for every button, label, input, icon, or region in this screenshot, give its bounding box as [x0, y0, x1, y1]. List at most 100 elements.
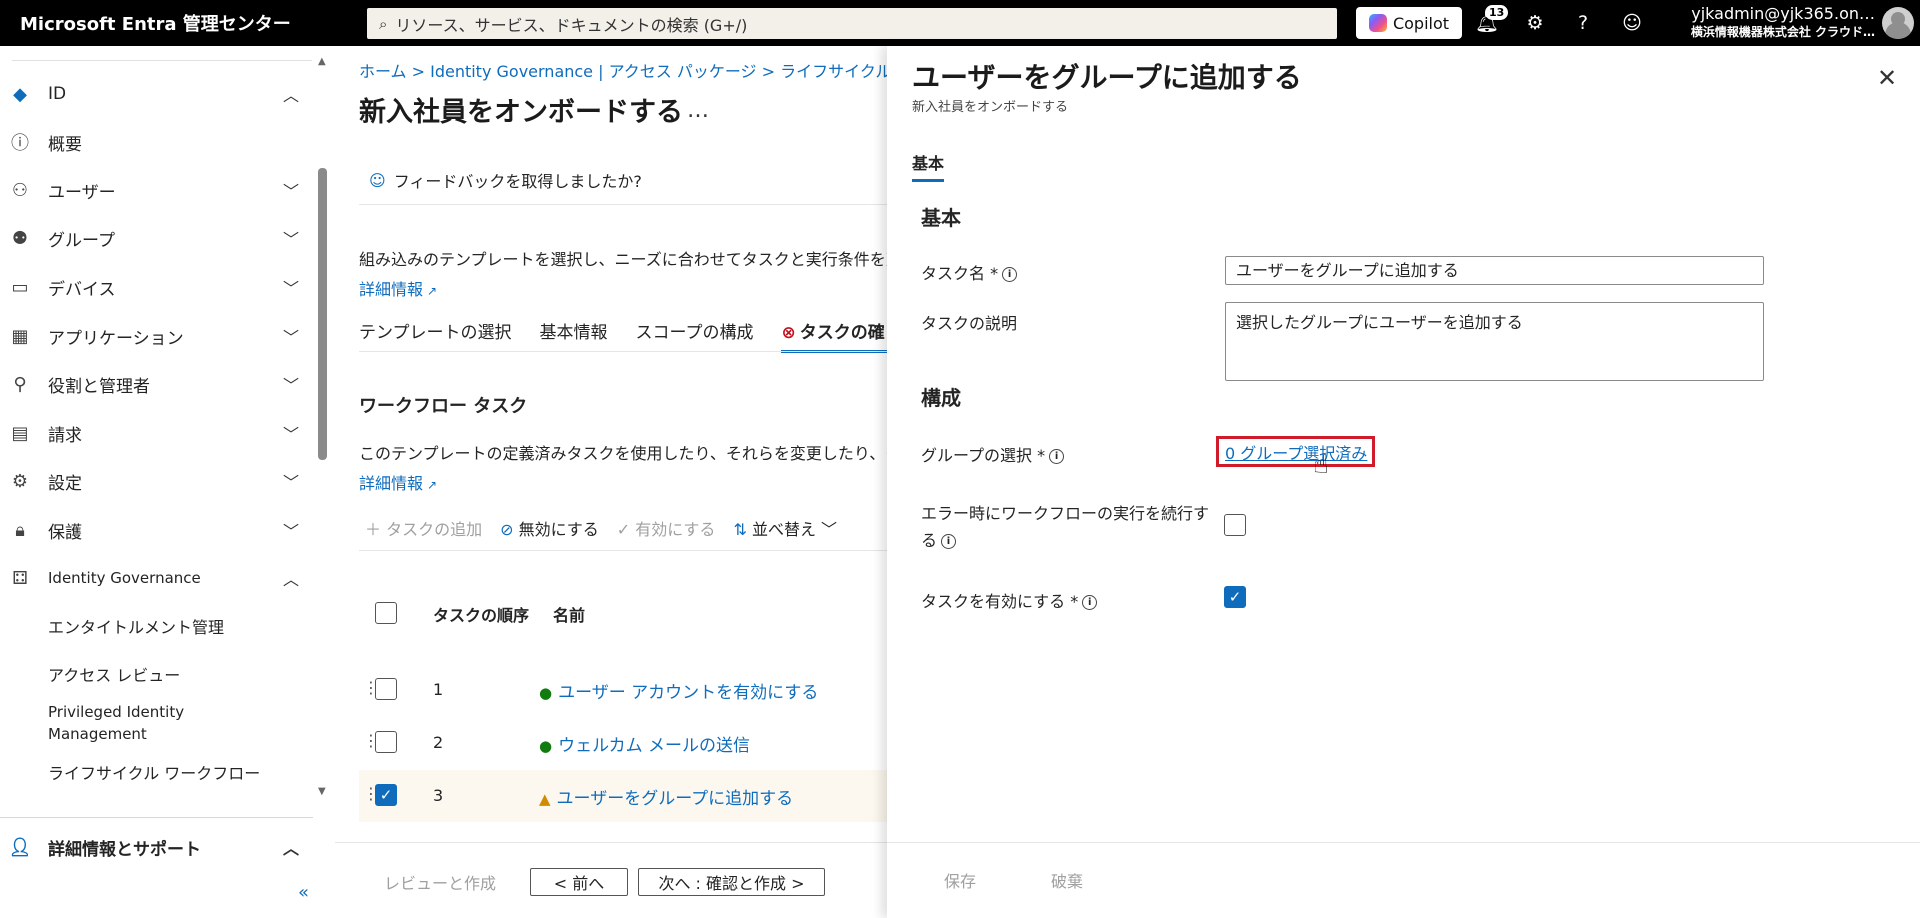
sidebar-item-label: 概要: [48, 134, 82, 155]
learn-more-link[interactable]: 詳細情報: [359, 280, 423, 299]
table-row[interactable]: ⋮ 2 ● ウェルカム メールの送信: [359, 717, 887, 769]
sidebar-item-settings[interactable]: ⚙ 設定 ﹀: [0, 459, 313, 503]
description-text: 組み込みのテンプレートを選択し、ニーズに合わせてタスクと実行条件を変: [359, 250, 902, 269]
feedback-icon[interactable]: ☺: [1620, 11, 1644, 35]
chevron-up-icon: ︿: [282, 570, 299, 589]
scroll-down-icon[interactable]: ▼: [318, 786, 326, 797]
discard-button[interactable]: 破棄: [1051, 868, 1083, 892]
save-button[interactable]: 保存: [944, 868, 976, 892]
task-name-input[interactable]: ユーザーをグループに追加する: [1225, 256, 1764, 285]
task-name-label: ユーザー アカウントを有効にする: [558, 683, 819, 703]
disable-label: 無効にする: [518, 520, 599, 539]
disable-button[interactable]: ⊘ 無効にする: [500, 516, 599, 540]
sidebar-item-groups[interactable]: ⚉ グループ ﹀: [0, 216, 313, 260]
sidebar-item-label: ID: [48, 84, 67, 104]
chevron-up-icon: ︿: [282, 839, 299, 858]
copilot-button[interactable]: Copilot: [1356, 7, 1462, 39]
add-task-button[interactable]: ＋ タスクの追加: [365, 516, 482, 540]
governance-icon: ⚃: [12, 567, 28, 589]
sidebar-sub-entitlement[interactable]: エンタイトルメント管理: [48, 614, 224, 638]
reorder-label: 並べ替え: [751, 520, 816, 539]
sidebar-item-label: 設定: [48, 473, 82, 494]
group-select-link[interactable]: 0 グループ選択済み: [1216, 436, 1375, 467]
sidebar-item-devices[interactable]: ▭ デバイス ﹀: [0, 265, 313, 309]
tab-template[interactable]: テンプレートの選択: [359, 318, 512, 343]
next-button[interactable]: 次へ : 確認と作成 >: [638, 868, 825, 896]
task-name-link[interactable]: ▲ ユーザーをグループに追加する: [539, 784, 793, 809]
sidebar-item-applications[interactable]: ▦ アプリケーション ﹀: [0, 314, 313, 358]
more-icon[interactable]: …: [687, 98, 709, 123]
row-checkbox[interactable]: [375, 731, 397, 753]
tab-basics[interactable]: 基本情報: [540, 318, 608, 343]
sidebar-sub-access-review[interactable]: アクセス レビュー: [48, 662, 180, 686]
learn-more-link[interactable]: 詳細情報: [359, 474, 423, 493]
divider: [359, 204, 887, 205]
sidebar-item-protection[interactable]: 🔒︎ 保護 ﹀: [0, 508, 313, 552]
tab-scope[interactable]: スコープの構成: [636, 318, 754, 343]
account-info[interactable]: yjkadmin@yjk365.on… 横浜情報機器株式会社 クラウド…: [1680, 4, 1875, 40]
tab-basic[interactable]: 基本: [912, 150, 945, 182]
sidebar-item-overview[interactable]: ⓘ 概要: [0, 120, 313, 164]
app-brand[interactable]: Microsoft Entra 管理センター: [0, 10, 366, 36]
info-icon[interactable]: i: [941, 534, 957, 549]
help-icon[interactable]: ?: [1571, 11, 1595, 35]
sidebar-item-users[interactable]: ⚇ ユーザー ﹀: [0, 168, 313, 212]
tab-tasks[interactable]: ⊗ タスクの確: [781, 318, 916, 353]
sidebar-item-label: 保護: [48, 522, 82, 543]
prev-button[interactable]: < 前へ: [530, 868, 628, 896]
search-box[interactable]: ⌕ リソース、サービス、ドキュメントの検索 (G+/): [367, 8, 1337, 39]
divider: [887, 842, 1920, 843]
row-checkbox[interactable]: [375, 678, 397, 700]
error-icon: ⊗: [781, 323, 796, 343]
sidebar-item-id[interactable]: ◆ ID ︿: [0, 72, 313, 116]
id-diamond-icon: ◆: [13, 83, 27, 105]
chevron-down-icon: ﹀: [282, 328, 299, 347]
task-name-link[interactable]: ● ユーザー アカウントを有効にする: [539, 678, 818, 703]
collapse-icon[interactable]: «: [298, 882, 309, 903]
row-checkbox[interactable]: ✓: [375, 784, 397, 806]
info-icon[interactable]: i: [1002, 267, 1018, 282]
info-icon[interactable]: i: [1082, 595, 1098, 610]
hand-cursor-icon: ☝: [1313, 450, 1329, 480]
sidebar-sub-pim-line2[interactable]: Management: [48, 725, 147, 743]
sidebar-scrollbar[interactable]: [318, 168, 327, 460]
info-icon[interactable]: i: [1049, 449, 1065, 464]
avatar[interactable]: [1882, 7, 1914, 39]
sidebar-item-support[interactable]: 👤︎ 詳細情報とサポート ︿: [0, 825, 313, 869]
task-name-label: タスク名 * i: [921, 260, 1018, 284]
divider: [12, 60, 312, 61]
chevron-down-icon: ﹀: [282, 182, 299, 201]
review-create-button[interactable]: レビューと作成: [384, 868, 496, 896]
task-name-label: ユーザーをグループに追加する: [556, 789, 794, 809]
tab-label: タスクの確: [799, 323, 885, 343]
task-description-input[interactable]: 選択したグループにユーザーを追加する: [1225, 302, 1764, 381]
table-row[interactable]: ⋮ 1 ● ユーザー アカウントを有効にする: [359, 664, 887, 716]
enable-button[interactable]: ✓ 有効にする: [617, 516, 716, 540]
table-row[interactable]: ⋮ ✓ 3 ▲ ユーザーをグループに追加する: [359, 770, 887, 822]
enable-task-checkbox[interactable]: ✓: [1224, 586, 1246, 608]
column-header-order[interactable]: タスクの順序: [433, 602, 529, 626]
external-link-icon: ↗: [427, 284, 438, 298]
gear-icon[interactable]: ⚙: [1523, 11, 1547, 35]
close-icon[interactable]: ✕: [1877, 64, 1897, 92]
select-all-checkbox[interactable]: [375, 602, 397, 624]
sidebar-item-roles[interactable]: ⚲ 役割と管理者 ﹀: [0, 362, 313, 406]
column-header-name[interactable]: 名前: [553, 602, 585, 626]
task-order: 1: [433, 680, 444, 699]
continue-on-error-checkbox[interactable]: [1224, 514, 1246, 536]
chevron-down-icon: ﹀: [282, 376, 299, 395]
section-title: ワークフロー タスク: [359, 396, 528, 417]
enable-label: 有効にする: [635, 520, 716, 539]
sidebar-sub-pim-line1[interactable]: Privileged Identity: [48, 703, 184, 721]
reorder-button[interactable]: ⇅ 並べ替え ﹀: [733, 516, 837, 540]
task-name-link[interactable]: ● ウェルカム メールの送信: [539, 731, 750, 756]
feedback-link[interactable]: ☺ フィードバックを取得しましたか?: [369, 168, 642, 192]
basics-heading: 基本: [921, 206, 961, 230]
sidebar-item-identity-governance[interactable]: ⚃ Identity Governance ︿: [0, 556, 313, 600]
account-user: yjkadmin@yjk365.on…: [1691, 4, 1875, 23]
scroll-up-icon[interactable]: ▲: [318, 56, 326, 67]
sidebar-sub-lifecycle[interactable]: ライフサイクル ワークフロー: [48, 760, 260, 784]
external-link-icon: ↗: [427, 478, 438, 492]
breadcrumb[interactable]: ホーム > Identity Governance | アクセス パッケージ >…: [359, 58, 944, 82]
sidebar-item-billing[interactable]: ▤ 請求 ﹀: [0, 411, 313, 455]
